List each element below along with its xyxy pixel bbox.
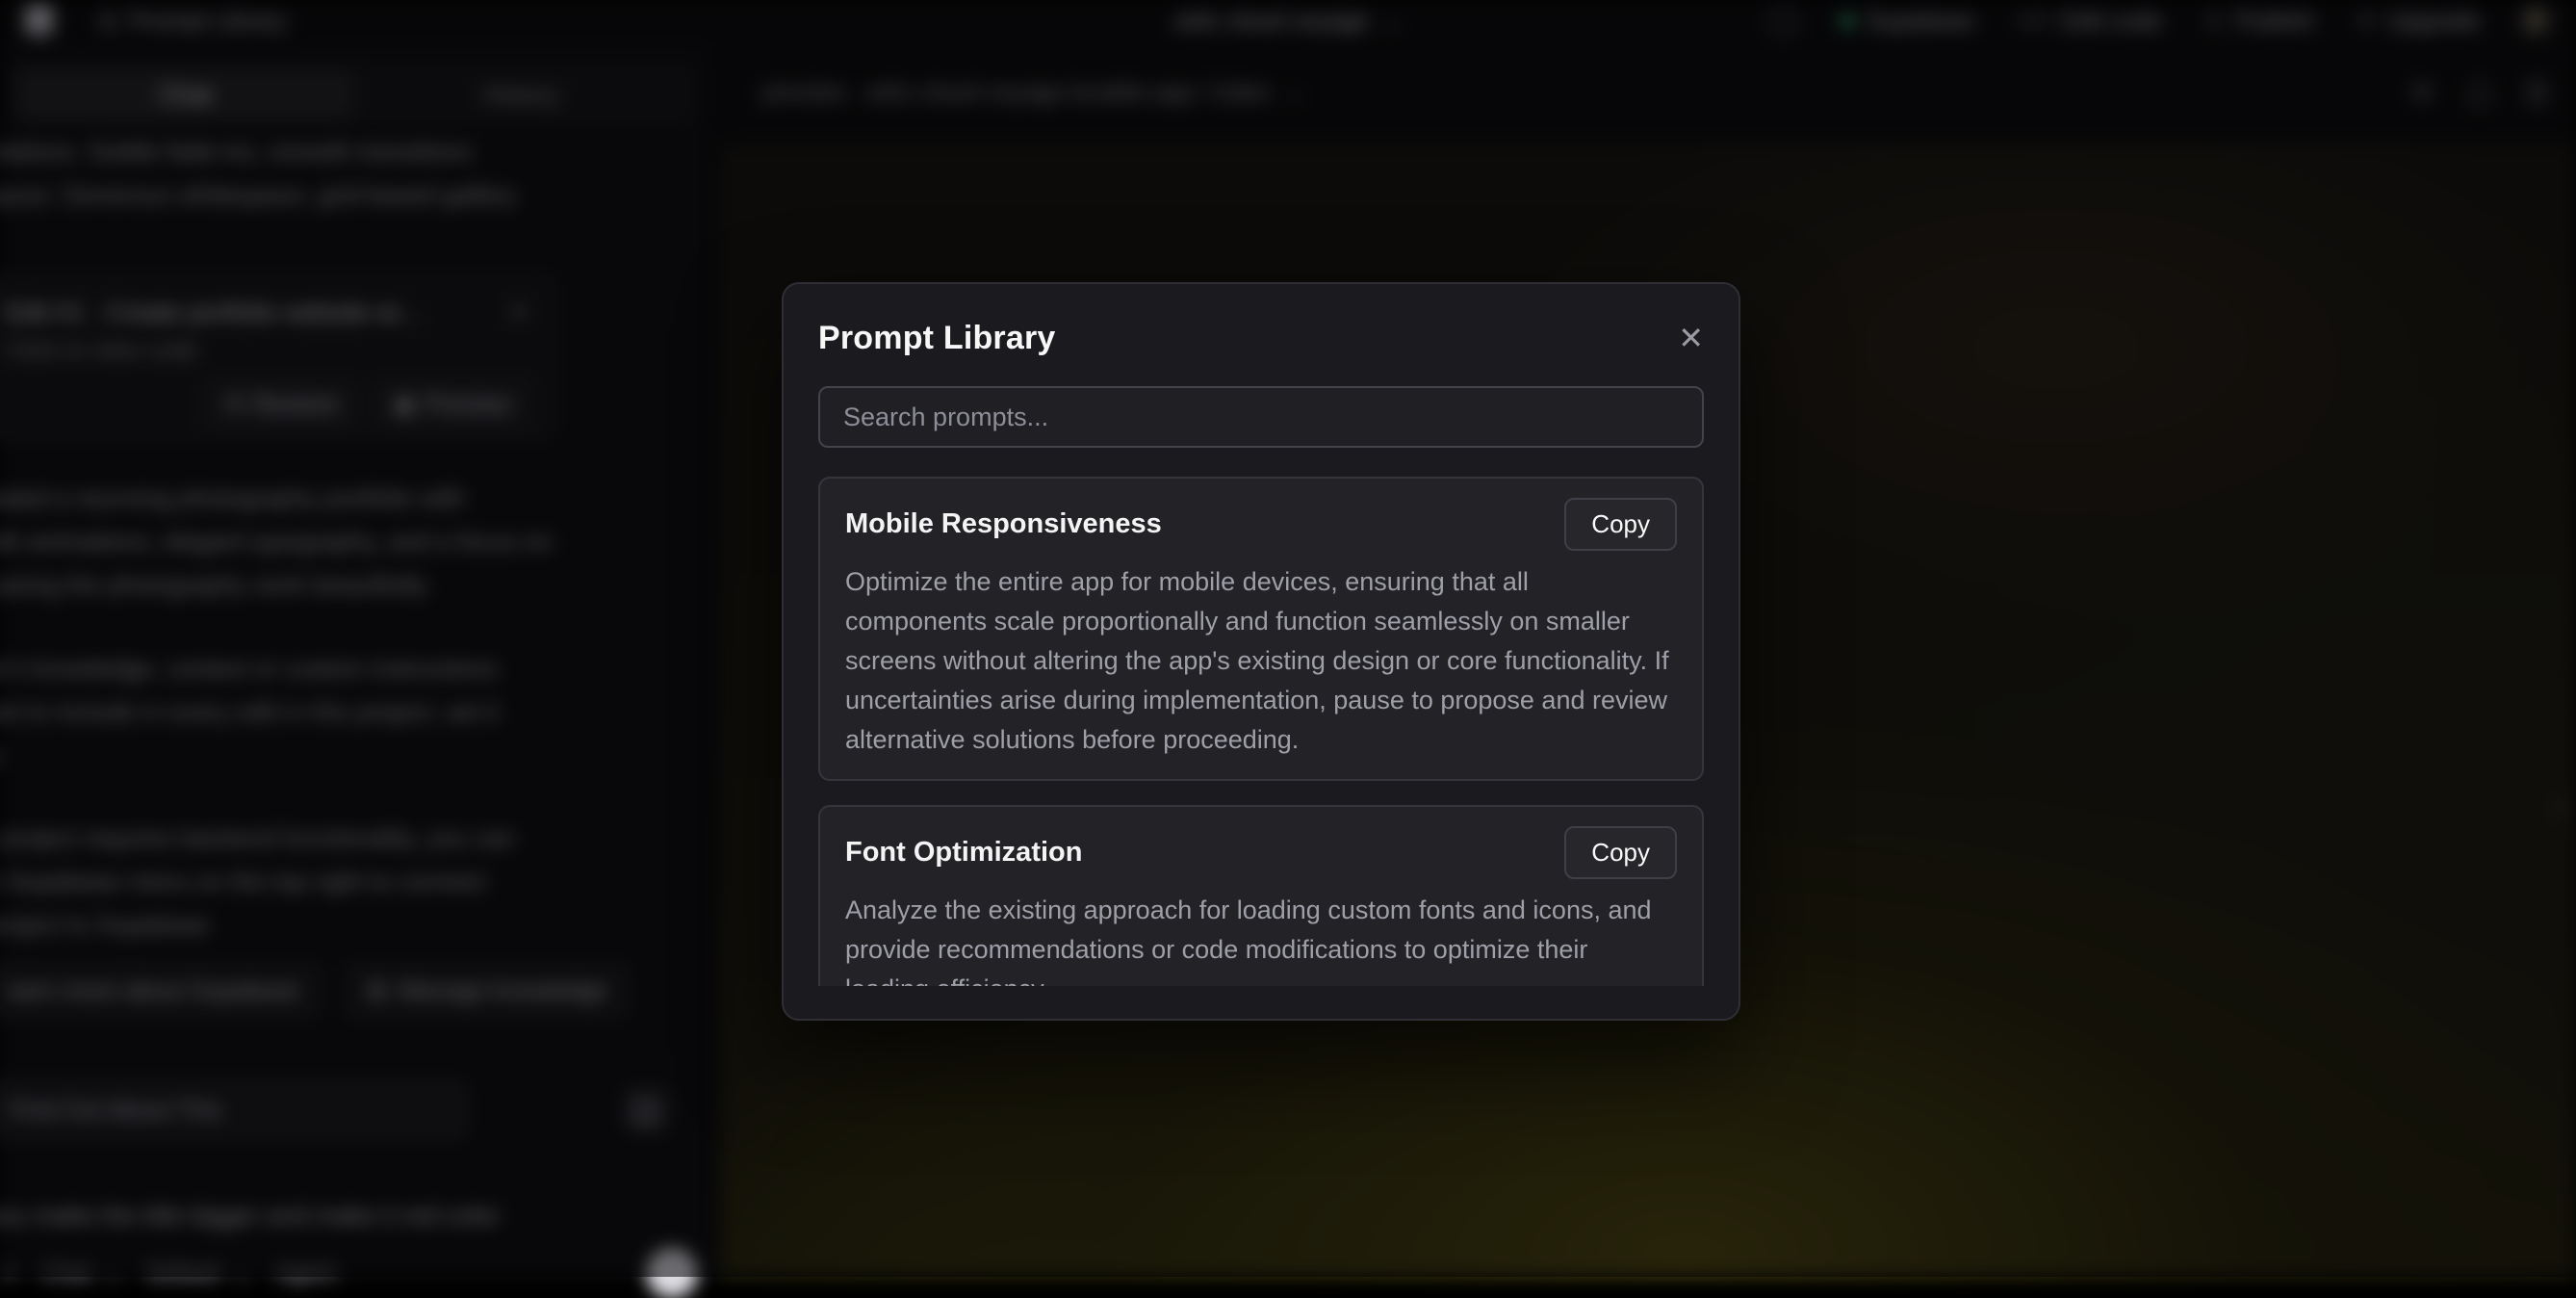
search-input[interactable]: [818, 386, 1704, 448]
prompt-title: Mobile Responsiveness: [845, 508, 1162, 540]
close-icon[interactable]: ✕: [1678, 323, 1704, 353]
prompt-library-modal: Prompt Library ✕ Mobile Responsiveness C…: [782, 282, 1740, 1021]
prompt-list[interactable]: Mobile Responsiveness Copy Optimize the …: [818, 477, 1704, 986]
prompt-body: Optimize the entire app for mobile devic…: [845, 562, 1677, 760]
prompt-title: Font Optimization: [845, 837, 1082, 869]
prompt-body: Analyze the existing approach for loadin…: [845, 891, 1677, 986]
copy-button[interactable]: Copy: [1564, 826, 1677, 879]
copy-button[interactable]: Copy: [1564, 498, 1677, 551]
prompt-card-font-optimization: Font Optimization Copy Analyze the exist…: [818, 805, 1704, 986]
prompt-card-mobile-responsiveness: Mobile Responsiveness Copy Optimize the …: [818, 477, 1704, 781]
modal-title: Prompt Library: [818, 320, 1056, 357]
